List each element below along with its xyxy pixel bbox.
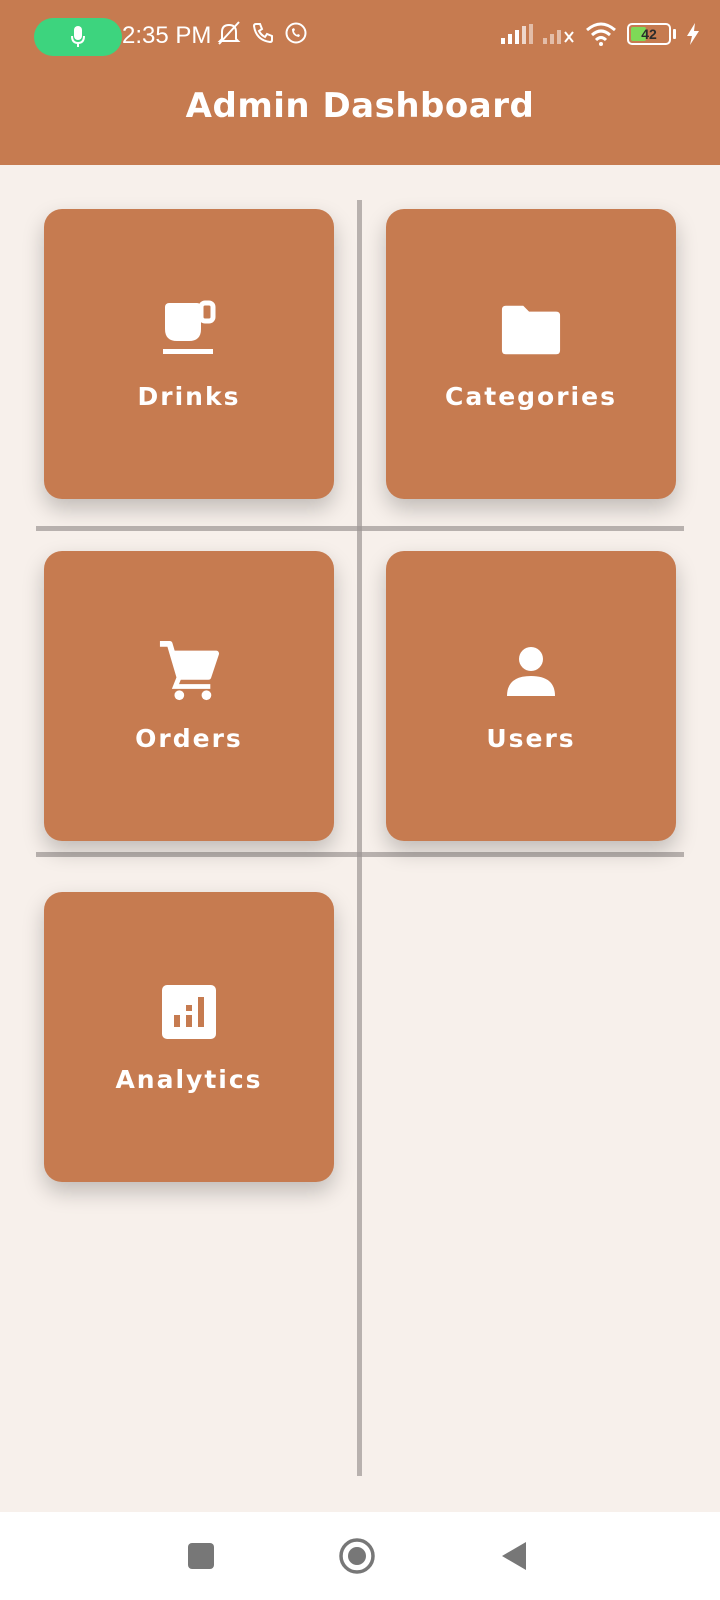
orders-tile[interactable]: Orders <box>44 551 334 841</box>
battery-cap <box>673 29 676 39</box>
tile-label: Analytics <box>115 1064 263 1094</box>
phone-icon <box>252 23 273 44</box>
battery-level: 42 <box>641 26 657 42</box>
categories-tile[interactable]: Categories <box>386 209 676 499</box>
grid-divider-horizontal <box>36 526 684 531</box>
page-title: Admin Dashboard <box>185 86 535 126</box>
back-triangle-icon <box>502 1542 526 1570</box>
microphone-icon <box>71 26 85 47</box>
status-bar: 2:35 PM 42 <box>0 0 720 72</box>
signal-icon <box>501 24 533 44</box>
tile-label: Orders <box>135 723 243 753</box>
tile-label: Users <box>486 723 576 753</box>
signal-no-service-icon <box>543 30 574 44</box>
battery-icon: 42 <box>627 23 671 45</box>
tile-label: Categories <box>445 381 617 411</box>
recents-square-icon <box>188 1543 214 1569</box>
grid-divider-horizontal <box>36 852 684 857</box>
status-time: 2:35 PM <box>122 22 212 49</box>
bell-off-icon <box>217 21 241 45</box>
analytics-icon <box>162 984 216 1039</box>
grid-divider-vertical <box>357 200 362 1476</box>
tile-label: Drinks <box>137 381 241 411</box>
analytics-tile[interactable]: Analytics <box>44 892 334 1182</box>
drinks-tile[interactable]: Drinks <box>44 209 334 499</box>
charging-icon <box>687 23 699 45</box>
shopping-cart-icon <box>159 640 220 700</box>
users-tile[interactable]: Users <box>386 551 676 841</box>
back-button[interactable] <box>490 1532 538 1580</box>
home-circle-icon <box>339 1538 375 1574</box>
coffee-cup-icon <box>163 300 216 354</box>
folder-icon <box>501 305 561 354</box>
whatsapp-icon <box>285 22 307 44</box>
system-nav-bar <box>0 1512 720 1600</box>
microphone-indicator[interactable] <box>34 18 122 56</box>
person-icon <box>507 646 555 696</box>
wifi-icon <box>586 22 616 46</box>
recents-button[interactable] <box>177 1532 225 1580</box>
home-button[interactable] <box>333 1532 381 1580</box>
